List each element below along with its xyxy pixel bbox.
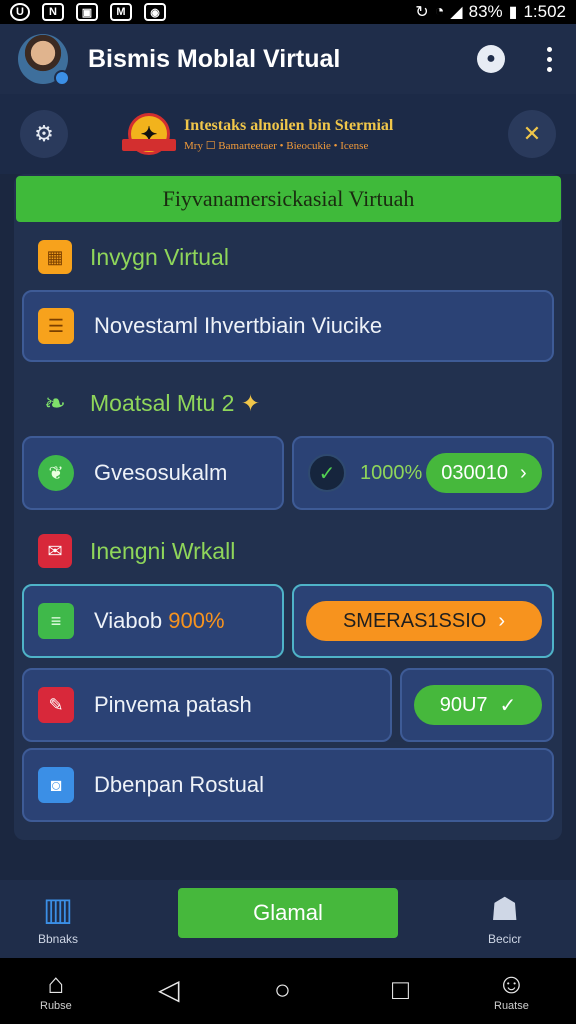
sync-icon: ↻ [415, 4, 429, 21]
app-bar: Bismis Moblal Virtual ● [0, 24, 576, 94]
list-item[interactable]: ❦ Gvesosukalm [22, 436, 284, 510]
card-label: Gvesosukalm [94, 460, 228, 485]
section-label: Inengni Wrkall [90, 537, 236, 564]
nav-item-bbnaks[interactable]: ▥ Bbnaks [38, 890, 78, 946]
chat-bubble-icon: ✎ [38, 687, 74, 723]
back-triangle-icon: ◁ [158, 974, 180, 1005]
gallery-icon: ▣ [76, 3, 98, 21]
list-item[interactable]: ☰ Novestaml Ihvertbiain Viucike [22, 290, 554, 362]
logo-ribbon [122, 139, 176, 151]
signal-icon: ◢ [450, 4, 463, 21]
nav-item-becicr[interactable]: ☗ Becicr [488, 890, 521, 946]
photo-icon: ◙ [38, 767, 74, 803]
clock: 1:502 [523, 2, 566, 21]
camera-icon: ◉ [144, 3, 166, 21]
list-icon: ≡ [38, 603, 74, 639]
section-label: Moatsal Mtu 2 ✦ [90, 389, 261, 416]
home-circle-icon: ○ [274, 974, 291, 1005]
brand-logo: ✦ [122, 113, 176, 155]
orange-pill-button[interactable]: SMERAS1SSIO › [306, 601, 542, 641]
profile-icon: ☗ [490, 891, 520, 927]
primary-cta-button[interactable]: Glamal [178, 888, 398, 938]
check-icon: ✓ [499, 694, 517, 717]
notification-icons: U N ▣ M ◉ [10, 3, 166, 21]
leaf-badge-icon: ❦ [38, 455, 74, 491]
system-label: Rubse [40, 1000, 72, 1012]
pill-label: SMERAS1SSIO [342, 609, 487, 632]
card-label: Novestaml Ihvertbiain Viucike [94, 313, 383, 338]
card-label: Dbenpan Rostual [94, 772, 265, 797]
app-bar-actions: ● [477, 45, 558, 73]
verified-badge-icon [54, 70, 70, 86]
nav-label: Bbnaks [38, 932, 79, 946]
mail-icon: M [110, 3, 132, 21]
list-item[interactable]: ◙ Dbenpan Rostual [22, 748, 554, 822]
section-header: ❧ Moatsal Mtu 2 ✦ [38, 386, 260, 420]
settings-icon[interactable]: ⚙ [20, 110, 68, 158]
check-icon: ✓ [308, 454, 346, 492]
battery-icon: ▮ [508, 4, 518, 21]
document-icon: ☰ [38, 308, 74, 344]
status-bar: U N ▣ M ◉ ↻ ◔ ◢ 83% ▮ 1:502 [0, 0, 576, 24]
avatar[interactable] [18, 34, 70, 86]
circle-u-icon: U [10, 3, 30, 21]
pill-label: 90U7 [439, 693, 488, 716]
house-icon: ⌂ [47, 968, 65, 999]
list-item[interactable]: ✎ Pinvema patash [22, 668, 392, 742]
list-item[interactable]: ≡ Viabob 900% [22, 584, 284, 658]
tools-icon[interactable]: ✕ [508, 110, 556, 158]
value-pill-button[interactable]: 90U7 ✓ [414, 685, 542, 725]
home-button[interactable]: ○ [274, 976, 291, 1004]
value-pill-button[interactable]: 030010 › [426, 453, 542, 493]
page-title: Bismis Moblal Virtual [88, 44, 341, 73]
battery-percent: 83% [468, 2, 503, 21]
building-icon: ▥ [42, 891, 74, 927]
system-label: Ruatse [494, 1000, 529, 1012]
percent-value: 900% [168, 608, 225, 633]
system-nav-bar: ⌂ Rubse ◁ ○ □ ☺ Ruatse [0, 958, 576, 1024]
more-menu-icon[interactable] [541, 46, 558, 72]
news-icon: N [42, 3, 64, 21]
mail-red-icon: ✉ [38, 534, 72, 568]
brand-subtitle: Mry ☐ Bamarteetaer • Bieocukie • Icense [184, 139, 369, 152]
system-status: ↻ ◔ ◢ 83% ▮ 1:502 [415, 2, 566, 22]
system-home-shortcut[interactable]: ⌂ Rubse [40, 968, 72, 1013]
header-banner[interactable]: Fiyvanamersickasial Virtuah [16, 176, 561, 222]
chevron-right-icon: › [498, 609, 506, 632]
calendar-icon: ▦ [38, 240, 72, 274]
card-label: Viabob 900% [94, 608, 225, 633]
wifi-icon: ◔ [434, 3, 445, 20]
back-button[interactable]: ◁ [158, 976, 180, 1004]
banner: ⚙ ✦ Intestaks alnoilen bin Stermial Mry … [0, 94, 576, 174]
nav-label: Becicr [488, 932, 522, 946]
card-label: Pinvema patash [94, 692, 252, 717]
bottom-nav: ▥ Bbnaks Glamal ☗ Becicr [0, 880, 576, 958]
section-header: ✉ Inengni Wrkall [38, 534, 235, 568]
section-label: Invygn Virtual [90, 243, 229, 270]
brand-text: Intestaks alnoilen bin Stermial Mry ☐ Ba… [184, 117, 393, 152]
user-icon[interactable]: ● [477, 45, 505, 73]
recents-square-icon: □ [392, 974, 409, 1005]
star-icon: ✦ [240, 389, 261, 416]
brand-title: Intestaks alnoilen bin Stermial [184, 116, 394, 134]
brand: ✦ Intestaks alnoilen bin Stermial Mry ☐ … [122, 113, 393, 155]
pill-label: 030010 [441, 461, 509, 484]
progress-value: 1000% [360, 461, 423, 484]
leaf-icon: ❧ [44, 387, 66, 418]
section-header: ▦ Invygn Virtual [38, 240, 229, 274]
chevron-right-icon: › [520, 461, 527, 484]
system-apps-shortcut[interactable]: ☺ Ruatse [494, 968, 529, 1013]
people-icon: ☺ [497, 968, 526, 999]
recents-button[interactable]: □ [392, 976, 409, 1004]
